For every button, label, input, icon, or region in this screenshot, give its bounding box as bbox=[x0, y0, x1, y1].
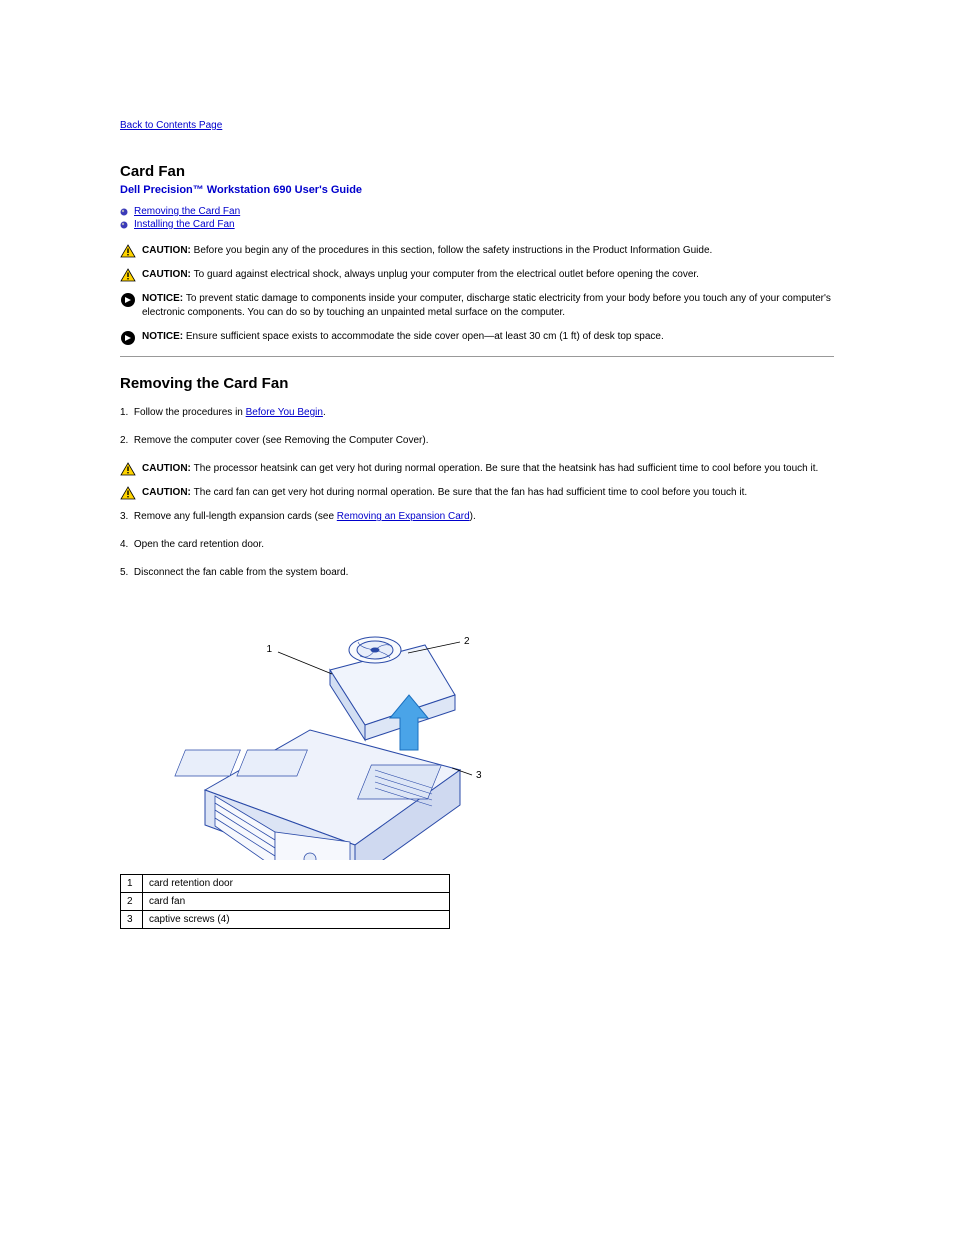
table-of-contents: Removing the Card Fan Installing the Car… bbox=[120, 206, 834, 230]
caution-notice: CAUTION: The processor heatsink can get … bbox=[120, 462, 834, 476]
bullet-icon bbox=[120, 208, 128, 216]
callout-table: 1 card retention door 2 card fan 3 capti… bbox=[120, 874, 450, 929]
caution-triangle-icon bbox=[120, 486, 138, 500]
page-subtitle: Dell Precision™ Workstation 690 User's G… bbox=[120, 184, 834, 196]
svg-text:2: 2 bbox=[464, 636, 470, 647]
section-heading-removing: Removing the Card Fan bbox=[120, 375, 834, 392]
step-3: 3. Remove any full-length expansion card… bbox=[120, 510, 834, 524]
back-to-contents-link[interactable]: Back to Contents Page bbox=[120, 120, 222, 131]
callout-label: card fan bbox=[143, 893, 450, 911]
divider bbox=[120, 356, 834, 357]
page-title: Card Fan bbox=[120, 163, 834, 180]
toc-link-installing[interactable]: Installing the Card Fan bbox=[134, 219, 235, 230]
notice-text: NOTICE: To prevent static damage to comp… bbox=[142, 292, 834, 320]
bullet-icon bbox=[120, 221, 128, 229]
notice-text: CAUTION: Before you begin any of the pro… bbox=[142, 244, 712, 258]
callout-label: card retention door bbox=[143, 875, 450, 893]
svg-text:3: 3 bbox=[476, 770, 482, 781]
callout-num: 3 bbox=[121, 911, 143, 929]
step-1: 1. Follow the procedures in Before You B… bbox=[120, 406, 834, 420]
notice-arrow-icon bbox=[120, 330, 138, 346]
caution-triangle-icon bbox=[120, 268, 138, 282]
notice-arrow-icon bbox=[120, 292, 138, 308]
card-fan-figure: 1 2 3 bbox=[160, 600, 490, 860]
notice-text: CAUTION: The processor heatsink can get … bbox=[142, 462, 818, 476]
step-4: 4. Open the card retention door. bbox=[120, 538, 834, 552]
caution-notice: CAUTION: Before you begin any of the pro… bbox=[120, 244, 834, 258]
callout-label: captive screws (4) bbox=[143, 911, 450, 929]
callout-num: 2 bbox=[121, 893, 143, 911]
caution-triangle-icon bbox=[120, 462, 138, 476]
table-row: 3 captive screws (4) bbox=[121, 911, 450, 929]
toc-item: Installing the Card Fan bbox=[120, 219, 834, 230]
table-row: 2 card fan bbox=[121, 893, 450, 911]
notice-text: CAUTION: The card fan can get very hot d… bbox=[142, 486, 747, 500]
notice-notice: NOTICE: Ensure sufficient space exists t… bbox=[120, 330, 834, 346]
table-row: 1 card retention door bbox=[121, 875, 450, 893]
caution-triangle-icon bbox=[120, 244, 138, 258]
before-you-begin-link[interactable]: Before You Begin bbox=[246, 407, 323, 418]
toc-link-removing[interactable]: Removing the Card Fan bbox=[134, 206, 240, 217]
callout-num: 1 bbox=[121, 875, 143, 893]
notice-text: CAUTION: To guard against electrical sho… bbox=[142, 268, 699, 282]
step-5: 5. Disconnect the fan cable from the sys… bbox=[120, 566, 834, 580]
caution-notice: CAUTION: The card fan can get very hot d… bbox=[120, 486, 834, 500]
toc-item: Removing the Card Fan bbox=[120, 206, 834, 217]
removing-expansion-card-link[interactable]: Removing an Expansion Card bbox=[337, 511, 470, 522]
notice-notice: NOTICE: To prevent static damage to comp… bbox=[120, 292, 834, 320]
notice-text: NOTICE: Ensure sufficient space exists t… bbox=[142, 330, 664, 344]
caution-notice: CAUTION: To guard against electrical sho… bbox=[120, 268, 834, 282]
svg-text:1: 1 bbox=[266, 644, 272, 655]
step-2: 2. Remove the computer cover (see Removi… bbox=[120, 434, 834, 448]
